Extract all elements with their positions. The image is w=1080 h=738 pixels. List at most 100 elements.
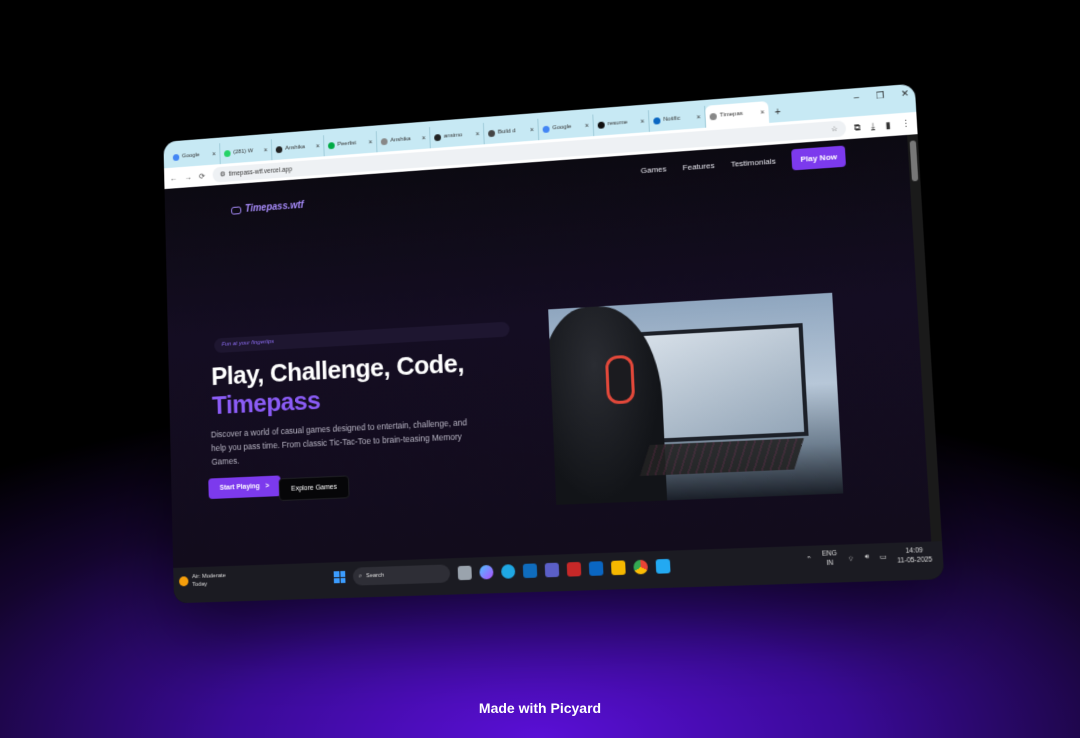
browser-tab[interactable]: Peerlist × (323, 131, 378, 157)
weather-title: Air: Moderate (191, 573, 226, 581)
close-tab-icon[interactable]: × (760, 109, 765, 116)
tab-title: Google (181, 152, 200, 160)
tab-title: Notific (663, 115, 681, 123)
nav-features[interactable]: Features (682, 161, 714, 172)
extensions-icon[interactable]: ⧉ (854, 122, 861, 134)
taskbar-search-label: Search (365, 572, 385, 580)
vscode-icon[interactable] (655, 558, 671, 574)
close-tab-icon[interactable]: × (368, 139, 372, 146)
browser-tab[interactable]: ansimo × (430, 122, 485, 149)
task-view-icon[interactable] (457, 565, 472, 581)
wifi-icon[interactable]: ⌔ (847, 553, 855, 563)
close-window-button[interactable]: ✕ (901, 88, 910, 100)
logo-text: Timepass.wtf (244, 200, 304, 215)
menu-icon[interactable]: ⋮ (901, 118, 911, 130)
footer-credit: Made with Picyard (478, 700, 602, 716)
browser-tab[interactable]: Anshika × (271, 135, 325, 161)
weather-icon (179, 576, 189, 587)
taskbar-search[interactable]: ⌕ Search (352, 564, 451, 586)
hero-description: Discover a world of casual games designe… (210, 417, 468, 467)
outlook-icon[interactable] (522, 563, 538, 579)
new-tab-button[interactable]: + (768, 107, 787, 123)
tagline-badge: Fun at your fingertips (214, 321, 510, 354)
close-tab-icon[interactable]: × (530, 126, 534, 133)
browser-tab[interactable]: Timepas × (705, 101, 770, 128)
chevron-up-icon[interactable]: ⌃ (806, 555, 812, 563)
battery-icon[interactable]: ▭ (880, 553, 887, 562)
tab-title: Google (552, 124, 572, 132)
tab-title: resume (607, 119, 628, 128)
weather-widget[interactable]: Air: Moderate Today (179, 572, 226, 589)
page-content: Timepass.wtf Games Features Testimonials… (164, 134, 932, 568)
clock[interactable]: 14:09 11-05-2025 (896, 546, 933, 566)
bookmark-star-icon[interactable]: ☆ (831, 125, 837, 133)
scene: Google × (281) W × Anshika × Peerlist × Anshika ×… (0, 0, 1080, 738)
start-playing-label: Start Playing (219, 483, 260, 492)
close-tab-icon[interactable]: × (475, 131, 479, 138)
github-icon (275, 145, 283, 153)
profile-icon[interactable]: ▮ (885, 119, 891, 130)
browser-tab[interactable]: Build d × (483, 118, 540, 145)
maximize-button[interactable]: ❐ (876, 90, 885, 102)
lang-bottom: IN (826, 559, 834, 568)
whatsapp-icon (223, 149, 231, 157)
close-tab-icon[interactable]: × (212, 151, 216, 158)
browser-tab[interactable]: Anshika × (376, 127, 431, 153)
linkedin-icon[interactable] (588, 561, 604, 576)
close-tab-icon[interactable]: × (264, 147, 268, 154)
globe-icon (709, 112, 717, 120)
back-icon[interactable]: ← (170, 174, 177, 183)
chrome-icon[interactable] (633, 559, 649, 575)
download-icon[interactable]: ⤓ (871, 121, 876, 132)
tab-title: Anshika (390, 136, 411, 144)
browser-window: Google × (281) W × Anshika × Peerlist × Anshika ×… (163, 83, 945, 604)
headphone-shape (604, 354, 636, 405)
tab-title: Anshika (285, 144, 306, 152)
language-indicator[interactable]: ENG IN (822, 549, 838, 568)
google-icon (172, 153, 180, 161)
github-icon (434, 133, 442, 141)
chevron-right-icon: > (265, 482, 270, 490)
browser-tab[interactable]: resume × (593, 110, 650, 137)
edge-icon[interactable] (500, 564, 516, 579)
copilot-icon[interactable] (479, 564, 494, 580)
close-tab-icon[interactable]: × (696, 114, 700, 121)
browser-tab[interactable]: Google × (538, 114, 595, 141)
close-tab-icon[interactable]: × (422, 135, 426, 142)
teams-icon[interactable] (544, 562, 560, 578)
weather-sub: Today (192, 581, 208, 588)
clock-date: 11-05-2025 (897, 556, 933, 565)
site-info-icon[interactable]: ⚙ (220, 170, 226, 178)
nav-testimonials[interactable]: Testimonials (731, 157, 776, 169)
close-tab-icon[interactable]: × (585, 122, 589, 129)
explore-games-button[interactable]: Explore Games (278, 475, 350, 502)
url-text: timepass-wtf.vercel.app (228, 165, 293, 178)
reload-icon[interactable]: ⟳ (199, 171, 205, 180)
opera-icon[interactable] (566, 561, 582, 577)
close-tab-icon[interactable]: × (316, 143, 320, 150)
nav-games[interactable]: Games (641, 164, 667, 175)
lang-top: ENG (821, 550, 838, 558)
windows-start-icon[interactable] (333, 570, 346, 584)
keyboard-shape (640, 438, 804, 476)
toolbar-icons: ⧉ ⤓ ▮ ⋮ (854, 118, 911, 133)
browser-tab[interactable]: Google × (169, 143, 221, 168)
start-playing-button[interactable]: Start Playing > (208, 475, 281, 500)
site-logo[interactable]: Timepass.wtf (231, 200, 304, 216)
globe-icon (380, 137, 388, 145)
minimize-button[interactable]: – (854, 92, 860, 103)
browser-tab[interactable]: (281) W × (220, 139, 273, 165)
volume-icon[interactable]: 🔊︎ (865, 553, 870, 562)
close-tab-icon[interactable]: × (640, 118, 644, 125)
google-icon (542, 125, 550, 133)
forward-icon[interactable]: → (184, 172, 192, 181)
taskbar-apps: ⌕ Search (333, 557, 671, 586)
play-now-button[interactable]: Play Now (791, 145, 847, 171)
window-controls: – ❐ ✕ (854, 88, 910, 103)
linkedin-icon (653, 116, 661, 125)
file-explorer-icon[interactable] (610, 560, 626, 576)
tab-title: Timepas (719, 110, 744, 119)
browser-tab[interactable]: Notific × (648, 105, 707, 132)
monitor-shape (639, 323, 809, 444)
scrollbar-thumb[interactable] (909, 140, 919, 182)
